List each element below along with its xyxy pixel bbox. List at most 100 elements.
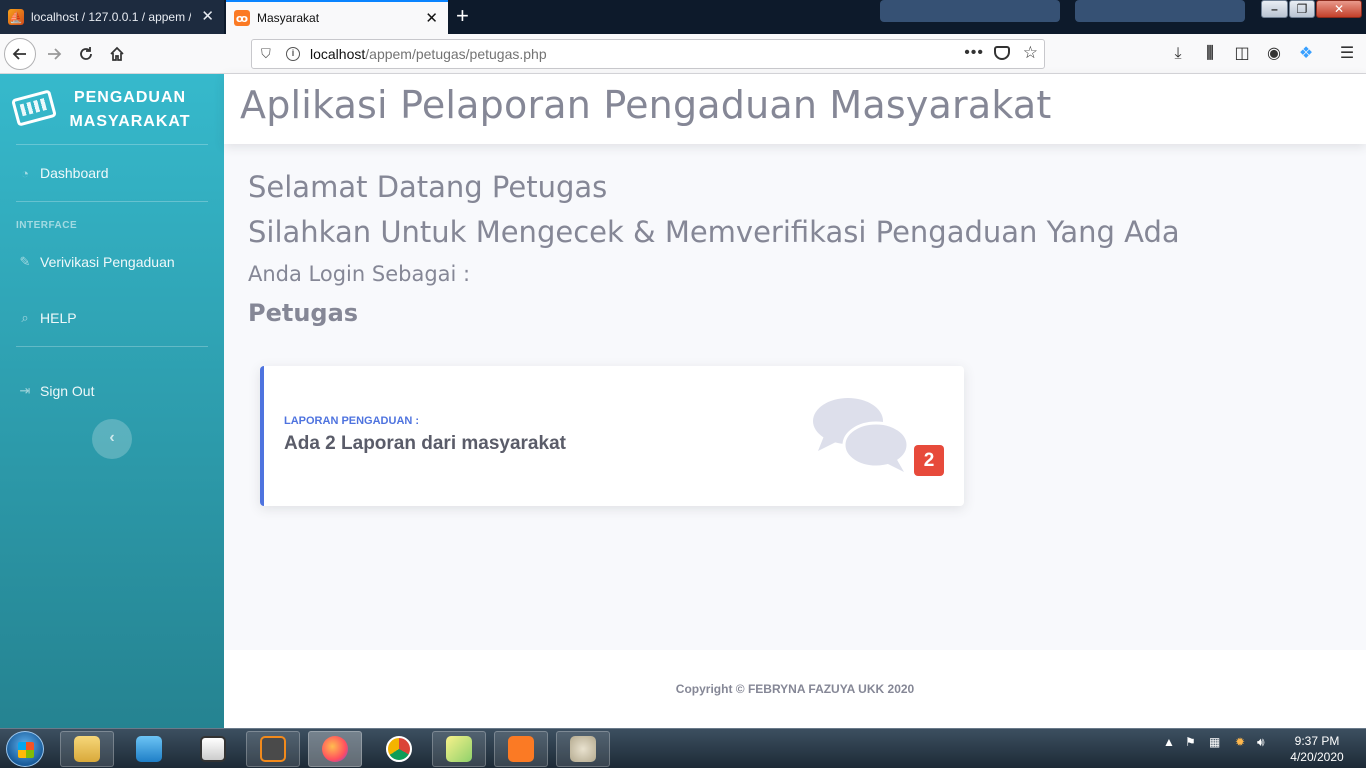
bookmark-star-icon[interactable]: ☆ xyxy=(1023,43,1038,63)
tab-phpmyadmin[interactable]: ⛵ localhost / 127.0.0.1 / appem / ✕ xyxy=(0,0,224,34)
windows-taskbar: ▲ ⚑ ▦ ✹ 🔊︎ 9:37 PM 4/20/2020 xyxy=(0,728,1366,768)
sync-icon[interactable]: ❖ xyxy=(1296,44,1316,64)
brand-line-1: PENGADUAN xyxy=(73,89,187,106)
url-path: /appem/petugas/petugas.php xyxy=(365,46,547,62)
tab-masyarakat[interactable]: ꝏ Masyarakat ✕ xyxy=(226,0,448,34)
library-icon[interactable]: ⫼ xyxy=(1200,44,1220,64)
sidebar-brand[interactable]: PENGADUAN MASYARAKAT xyxy=(0,74,224,144)
firefox-icon xyxy=(322,736,348,762)
search-icon: ⌕ xyxy=(21,310,29,325)
tab-title: Masyarakat xyxy=(257,11,320,25)
taskbar-paint[interactable] xyxy=(556,731,610,767)
xampp-icon xyxy=(508,736,534,762)
brand-line-2: MASYARAKAT xyxy=(69,113,191,130)
system-clock[interactable]: 9:37 PM 4/20/2020 xyxy=(1282,733,1352,765)
paint-icon xyxy=(570,736,596,762)
keyboard-icon xyxy=(11,89,57,127)
chevron-left-icon: ‹ xyxy=(109,429,115,446)
downloads-icon[interactable]: ⤓ xyxy=(1168,44,1188,64)
window-glow xyxy=(1075,0,1245,22)
footer: Copyright © FEBRYNA FAZUYA UKK 2020 xyxy=(224,650,1366,728)
xampp-icon: ꝏ xyxy=(234,10,250,26)
instruction-heading: Silahkan Untuk Mengecek & Memverifikasi … xyxy=(248,215,1180,249)
taskbar-firefox[interactable] xyxy=(308,731,362,767)
notification-badge: 2 xyxy=(914,445,944,476)
forward-button[interactable] xyxy=(38,38,70,70)
sidebar-item-verifikasi[interactable]: ✎ Verivikasi Pengaduan xyxy=(16,252,175,272)
edit-icon: ✎ xyxy=(19,254,31,269)
taskbar-chrome[interactable] xyxy=(372,731,426,767)
brand-text: PENGADUAN MASYARAKAT xyxy=(58,86,202,134)
clock-time: 9:37 PM xyxy=(1294,734,1340,748)
taskbar-calendar[interactable] xyxy=(186,731,240,767)
close-window-button[interactable]: ✕ xyxy=(1316,0,1362,18)
home-button[interactable] xyxy=(101,38,133,70)
forward-icon xyxy=(48,48,62,60)
taskbar-xampp[interactable] xyxy=(494,731,548,767)
reload-button[interactable] xyxy=(70,38,102,70)
new-tab-button[interactable]: + xyxy=(456,5,469,27)
topbar: Aplikasi Pelaporan Pengaduan Masyarakat xyxy=(224,74,1366,144)
copyright-text: Copyright © FEBRYNA FAZUYA UKK 2020 xyxy=(675,682,915,696)
sidebar-divider xyxy=(16,144,208,145)
taskbar-sublime[interactable] xyxy=(246,731,300,767)
taskbar-media-player[interactable] xyxy=(122,731,176,767)
sign-out-icon: ⇥ xyxy=(19,383,31,398)
sidebar-icon[interactable]: ◫ xyxy=(1232,44,1252,64)
sticky-notes-icon xyxy=(446,736,472,762)
card-label: LAPORAN PENGADUAN : xyxy=(284,415,420,427)
tab-title: localhost / 127.0.0.1 / appem / xyxy=(31,10,191,24)
clapper-icon xyxy=(200,736,226,762)
action-center-icon[interactable]: ⚑ xyxy=(1185,735,1196,749)
sidebar-toggle-button[interactable]: ‹ xyxy=(92,419,132,459)
sidebar-item-dashboard[interactable]: ◔ Dashboard xyxy=(16,163,109,183)
menu-icon[interactable]: ☰ xyxy=(1337,44,1357,64)
chrome-icon xyxy=(386,736,412,762)
sidebar-divider xyxy=(16,346,208,347)
back-button[interactable] xyxy=(4,38,36,70)
close-tab-icon[interactable]: ✕ xyxy=(425,11,438,26)
sidebar-item-label: Sign Out xyxy=(40,383,95,399)
card-value: Ada 2 Laporan dari masyarakat xyxy=(284,433,566,454)
taskbar-explorer[interactable] xyxy=(60,731,114,767)
url-host: localhost xyxy=(310,46,366,62)
sidebar-item-label: HELP xyxy=(40,310,77,326)
comments-icon xyxy=(813,398,910,472)
network-icon[interactable]: ▦ xyxy=(1209,735,1220,749)
media-player-icon xyxy=(136,736,162,762)
back-icon xyxy=(12,48,26,60)
tracking-protection-icon[interactable]: ⛉ xyxy=(261,46,275,62)
page-title: Aplikasi Pelaporan Pengaduan Masyarakat xyxy=(240,83,1052,127)
browser-tab-strip: ⛵ localhost / 127.0.0.1 / appem / ✕ ꝏ Ma… xyxy=(0,0,1366,34)
sidebar-item-label: Verivikasi Pengaduan xyxy=(40,254,175,270)
home-icon xyxy=(110,46,124,61)
sidebar-divider xyxy=(16,201,208,202)
sidebar-item-sign-out[interactable]: ⇥ Sign Out xyxy=(16,381,95,401)
window-glow xyxy=(880,0,1060,22)
folder-icon xyxy=(74,736,100,762)
site-info-icon[interactable]: i xyxy=(286,47,300,61)
show-hidden-icons[interactable]: ▲ xyxy=(1163,735,1175,749)
welcome-heading: Selamat Datang Petugas xyxy=(248,170,608,204)
sidebar-item-label: Dashboard xyxy=(40,165,109,181)
page-actions-icon[interactable]: ••• xyxy=(964,44,984,62)
sidebar-item-help[interactable]: ⌕ HELP xyxy=(16,308,77,328)
taskbar-sticky-notes[interactable] xyxy=(432,731,486,767)
login-as-label: Anda Login Sebagai : xyxy=(248,262,471,286)
navigation-toolbar: ⛉ i localhost/appem/petugas/petugas.php … xyxy=(0,34,1366,74)
url-bar[interactable]: ⛉ i localhost/appem/petugas/petugas.php … xyxy=(251,39,1045,69)
sidebar: PENGADUAN MASYARAKAT ◔ Dashboard INTERFA… xyxy=(0,74,224,728)
maximize-button[interactable]: ❐ xyxy=(1289,0,1315,18)
start-button[interactable] xyxy=(6,731,44,767)
reload-icon xyxy=(80,47,92,60)
volume-icon[interactable]: 🔊︎ xyxy=(1257,735,1265,750)
phpmyadmin-icon: ⛵ xyxy=(8,9,24,25)
sidebar-heading: INTERFACE xyxy=(16,220,78,231)
close-tab-icon[interactable]: ✕ xyxy=(201,9,214,24)
user-role: Petugas xyxy=(248,299,359,327)
power-icon[interactable]: ✹ xyxy=(1235,735,1245,749)
laporan-card: LAPORAN PENGADUAN : Ada 2 Laporan dari m… xyxy=(260,366,964,506)
account-icon[interactable]: ◉ xyxy=(1264,44,1284,64)
minimize-button[interactable]: – xyxy=(1261,0,1288,18)
pocket-icon[interactable] xyxy=(994,46,1010,60)
